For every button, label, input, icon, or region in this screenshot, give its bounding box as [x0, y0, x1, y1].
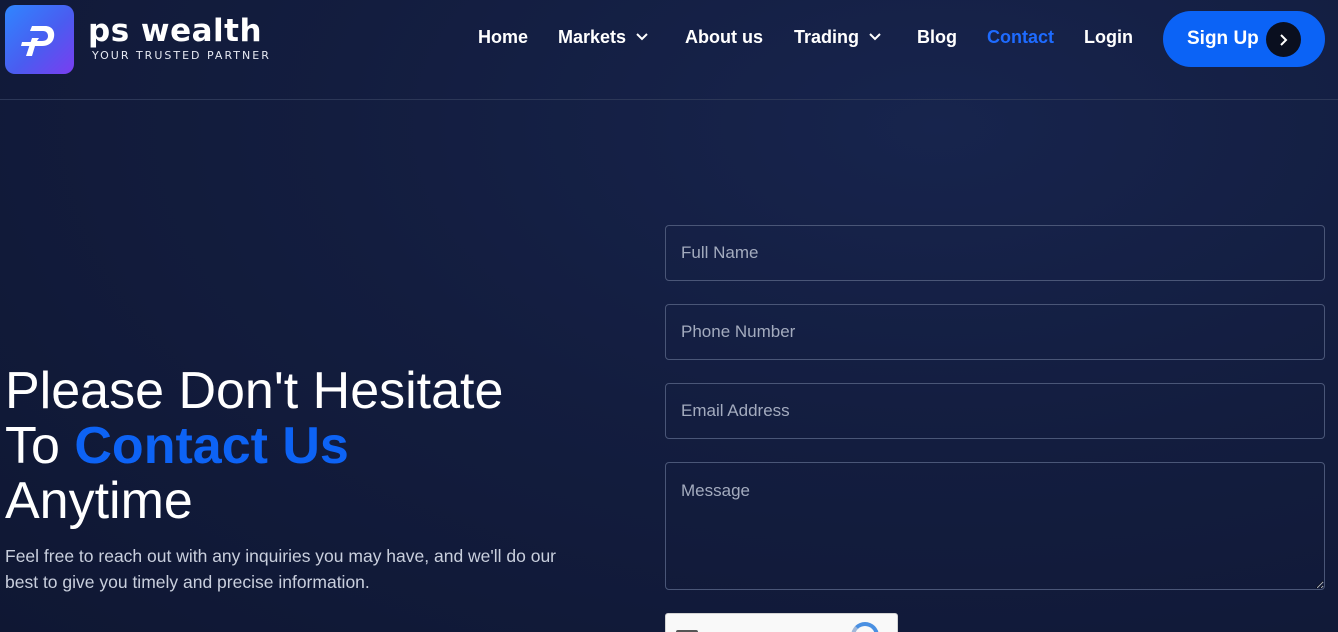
email-field[interactable]	[665, 383, 1325, 439]
recaptcha-icon	[851, 622, 879, 632]
recaptcha-widget[interactable]	[665, 613, 898, 632]
title-line-2-prefix: To	[5, 417, 75, 475]
nav-item-label: Login	[1084, 26, 1133, 47]
sign-up-label: Sign Up	[1187, 28, 1259, 49]
message-field[interactable]	[665, 462, 1325, 590]
page-subtitle: Feel free to reach out with any inquirie…	[5, 546, 557, 592]
nav-item-label: Trading	[794, 26, 860, 47]
brand-tagline: YOUR TRUSTED PARTNER	[92, 49, 271, 62]
sign-up-button[interactable]: Sign Up	[1163, 11, 1325, 67]
nav-item-label: Contact	[987, 26, 1054, 47]
title-line-3: Anytime	[5, 472, 193, 530]
logo-icon[interactable]	[5, 5, 74, 74]
nav-item-blog[interactable]: Blog	[917, 27, 987, 48]
chevron-down-icon	[869, 33, 881, 41]
title-accent: Contact Us	[74, 417, 349, 475]
nav-item-label: About us	[685, 26, 763, 47]
nav-item-label: Markets	[558, 26, 627, 47]
phone-number-field[interactable]	[665, 304, 1325, 360]
brand-name: ps wealth	[88, 13, 263, 49]
full-name-field[interactable]	[665, 225, 1325, 281]
nav-item-about-us[interactable]: About us	[685, 27, 794, 48]
nav-item-markets[interactable]: Markets	[558, 27, 685, 48]
chevron-right-icon	[1266, 22, 1301, 57]
nav-item-label: Home	[478, 26, 529, 47]
nav-item-login[interactable]: Login	[1084, 27, 1144, 48]
nav-item-contact[interactable]: Contact	[987, 27, 1084, 48]
nav-item-trading[interactable]: Trading	[794, 27, 917, 48]
nav-item-home[interactable]: Home	[478, 27, 558, 48]
brand-logo[interactable]: ps wealth YOUR TRUSTED PARTNER	[88, 14, 271, 62]
page-title: Please Don't Hesitate To Contact Us Anyt…	[5, 364, 625, 529]
title-line-1: Please Don't Hesitate	[5, 362, 504, 420]
nav-item-label: Blog	[917, 26, 957, 47]
chevron-down-icon	[636, 33, 648, 41]
site-header: ps wealth YOUR TRUSTED PARTNER Home Mark…	[0, 0, 1338, 100]
main-nav: Home Markets About us Trading Blog Conta…	[478, 26, 1144, 48]
